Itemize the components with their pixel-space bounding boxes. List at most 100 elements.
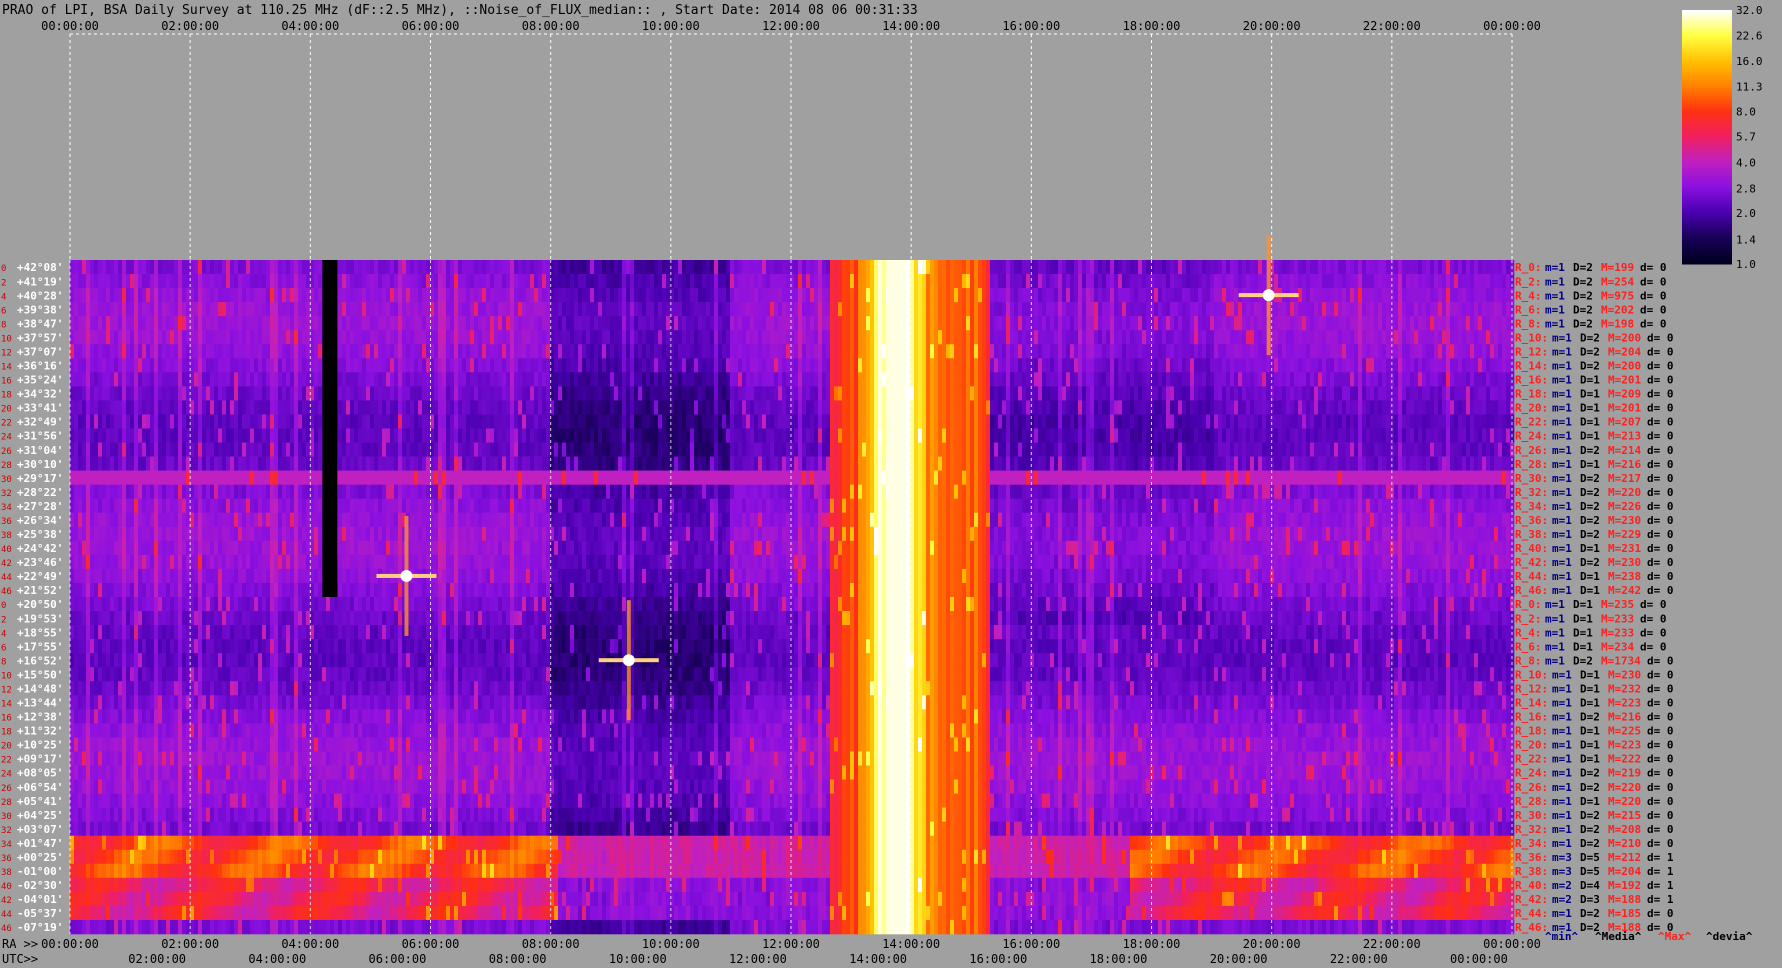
heatmap-cell: [134, 442, 139, 457]
heatmap-cell: [1338, 372, 1343, 387]
heatmap-cell: [1138, 288, 1143, 303]
heatmap-cell: [1450, 344, 1455, 359]
heatmap-cell: [606, 386, 611, 401]
heatmap-cell: [782, 260, 787, 275]
heatmap-cell: [830, 386, 835, 401]
heatmap-cell: [210, 372, 215, 387]
heatmap-cell: [618, 372, 623, 387]
heatmap-cell: [442, 386, 447, 401]
heatmap-cell: [1126, 302, 1131, 317]
heatmap-cell: [1014, 316, 1019, 331]
heatmap-cell: [1366, 344, 1371, 359]
heatmap-cell: [118, 386, 123, 401]
heatmap-cell: [530, 260, 535, 275]
heatmap-cell: [1098, 428, 1103, 443]
heatmap-cell: [1454, 288, 1459, 303]
heatmap-cell: [854, 386, 859, 401]
heatmap-cell: [1090, 344, 1095, 359]
heatmap-cell: [1138, 442, 1143, 457]
heatmap-cell: [710, 386, 715, 401]
heatmap-cell: [146, 442, 151, 457]
heatmap-cell: [1406, 316, 1411, 331]
heatmap-cell: [906, 260, 911, 275]
heatmap-cell: [282, 400, 287, 415]
heatmap-cell: [786, 414, 791, 429]
heatmap-cell: [770, 330, 775, 345]
heatmap-cell: [382, 358, 387, 373]
heatmap-cell: [1110, 358, 1115, 373]
heatmap-cell: [286, 400, 291, 415]
heatmap-cell: [390, 400, 395, 415]
heatmap-cell: [938, 358, 943, 373]
heatmap-cell: [1222, 414, 1227, 429]
heatmap-cell: [782, 372, 787, 387]
heatmap-cell: [422, 330, 427, 345]
heatmap-cell: [174, 358, 179, 373]
heatmap-cell: [1030, 316, 1035, 331]
heatmap-cell: [1058, 400, 1063, 415]
heatmap-cell: [842, 302, 847, 317]
heatmap-cell: [778, 428, 783, 443]
heatmap-cell: [1490, 400, 1495, 415]
heatmap-cell: [1130, 344, 1135, 359]
heatmap-cell: [1122, 260, 1127, 275]
heatmap-cell: [102, 288, 107, 303]
heatmap-cell: [1354, 400, 1359, 415]
heatmap-cell: [1078, 288, 1083, 303]
heatmap-cell: [82, 442, 87, 457]
heatmap-cell: [150, 428, 155, 443]
heatmap-cell: [798, 274, 803, 289]
heatmap-cell: [686, 316, 691, 331]
heatmap-cell: [438, 316, 443, 331]
heatmap-cell: [506, 330, 511, 345]
heatmap-cell: [286, 372, 291, 387]
heatmap-cell: [1418, 428, 1423, 443]
heatmap-cell: [758, 386, 763, 401]
heatmap-cell: [674, 386, 679, 401]
heatmap-cell: [710, 372, 715, 387]
heatmap-cell: [442, 428, 447, 443]
heatmap-cell: [538, 316, 543, 331]
heatmap-cell: [826, 302, 831, 317]
heatmap-cell: [1258, 414, 1263, 429]
heatmap-cell: [1110, 274, 1115, 289]
heatmap-cell: [1502, 260, 1507, 275]
heatmap-cell: [566, 400, 571, 415]
heatmap-cell: [954, 428, 959, 443]
heatmap-cell: [842, 316, 847, 331]
heatmap-cell: [554, 386, 559, 401]
heatmap-cell: [926, 428, 931, 443]
heatmap-cell: [1062, 400, 1067, 415]
heatmap-cell: [570, 274, 575, 289]
heatmap-cell: [650, 274, 655, 289]
heatmap-cell: [534, 344, 539, 359]
heatmap-cell: [794, 428, 799, 443]
top-time-axis: 00:00:00 02:00:00 04:00:00 06:00:00 08:00:00…: [41, 19, 1541, 33]
heatmap-cell: [1130, 274, 1135, 289]
heatmap-cell: [1082, 316, 1087, 331]
heatmap-cell: [1334, 400, 1339, 415]
heatmap-cell: [1322, 330, 1327, 345]
heatmap-cell: [1014, 414, 1019, 429]
heatmap-cell: [1386, 400, 1391, 415]
heatmap-cell: [1086, 442, 1091, 457]
heatmap-cell: [1198, 414, 1203, 429]
heatmap-cell: [630, 260, 635, 275]
heatmap-cell: [202, 372, 207, 387]
heatmap-cell: [206, 302, 211, 317]
heatmap-cell: [1090, 316, 1095, 331]
heatmap-cell: [462, 428, 467, 443]
heatmap-cell: [510, 260, 515, 275]
heatmap-cell: [1190, 260, 1195, 275]
heatmap-cell: [1342, 316, 1347, 331]
heatmap-cell: [282, 302, 287, 317]
heatmap-cell: [1454, 400, 1459, 415]
heatmap-cell: [74, 442, 79, 457]
heatmap-cell: [138, 316, 143, 331]
heatmap-cell: [882, 260, 887, 275]
top-tick-label: 02:00:00: [161, 19, 219, 33]
heatmap-cell: [1154, 330, 1159, 345]
heatmap-cell: [1130, 288, 1135, 303]
heatmap-cell: [1474, 358, 1479, 373]
heatmap-cell: [258, 330, 263, 345]
